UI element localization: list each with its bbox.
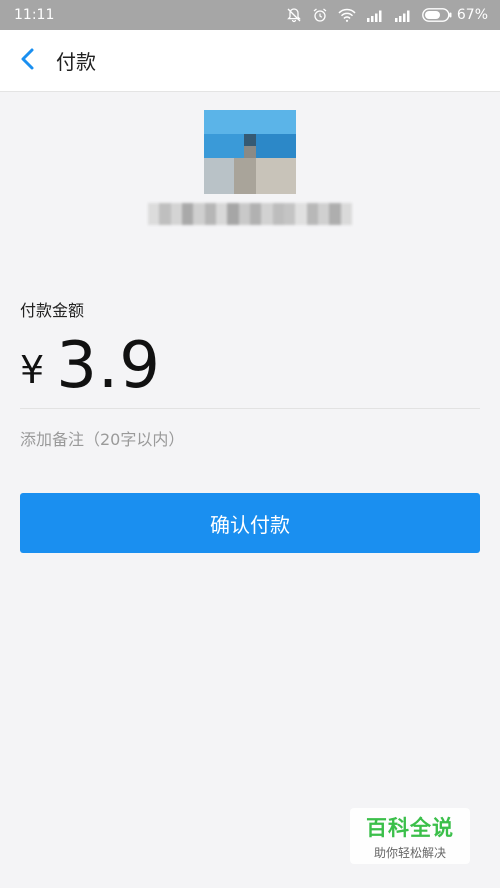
add-note-link[interactable]: 添加备注（20字以内） bbox=[20, 426, 184, 450]
back-button[interactable] bbox=[0, 30, 56, 92]
amount-value: 3.9 bbox=[56, 329, 161, 403]
divider bbox=[20, 408, 480, 409]
signal-icon bbox=[366, 9, 384, 22]
status-time: 11:11 bbox=[14, 7, 55, 23]
mute-bell-icon bbox=[286, 7, 302, 23]
confirm-payment-button[interactable]: 确认付款 bbox=[20, 493, 480, 553]
watermark-title: 百科全说 bbox=[366, 815, 454, 840]
currency-symbol: ¥ bbox=[20, 348, 45, 392]
chevron-left-icon bbox=[20, 47, 36, 75]
watermark-subtitle: 助你轻松解决 bbox=[373, 845, 446, 860]
status-icons: 67% bbox=[286, 7, 488, 23]
battery-icon bbox=[421, 8, 452, 22]
signal-icon bbox=[394, 9, 412, 22]
amount-label: 付款金额 bbox=[20, 301, 85, 320]
wifi-icon bbox=[338, 8, 356, 22]
alarm-icon bbox=[312, 7, 328, 23]
status-bar: 11:11 67% bbox=[0, 0, 500, 30]
avatar bbox=[204, 110, 296, 194]
page-title: 付款 bbox=[56, 50, 96, 74]
merchant-name-redacted bbox=[148, 203, 352, 225]
app-bar: 付款 bbox=[0, 30, 500, 92]
amount-field[interactable]: ¥ 3.9 bbox=[20, 326, 161, 406]
battery-percent: 67% bbox=[456, 7, 488, 23]
watermark-logo: 百科全说 助你轻松解决 bbox=[350, 808, 470, 864]
battery-indicator: 67% bbox=[421, 7, 488, 23]
